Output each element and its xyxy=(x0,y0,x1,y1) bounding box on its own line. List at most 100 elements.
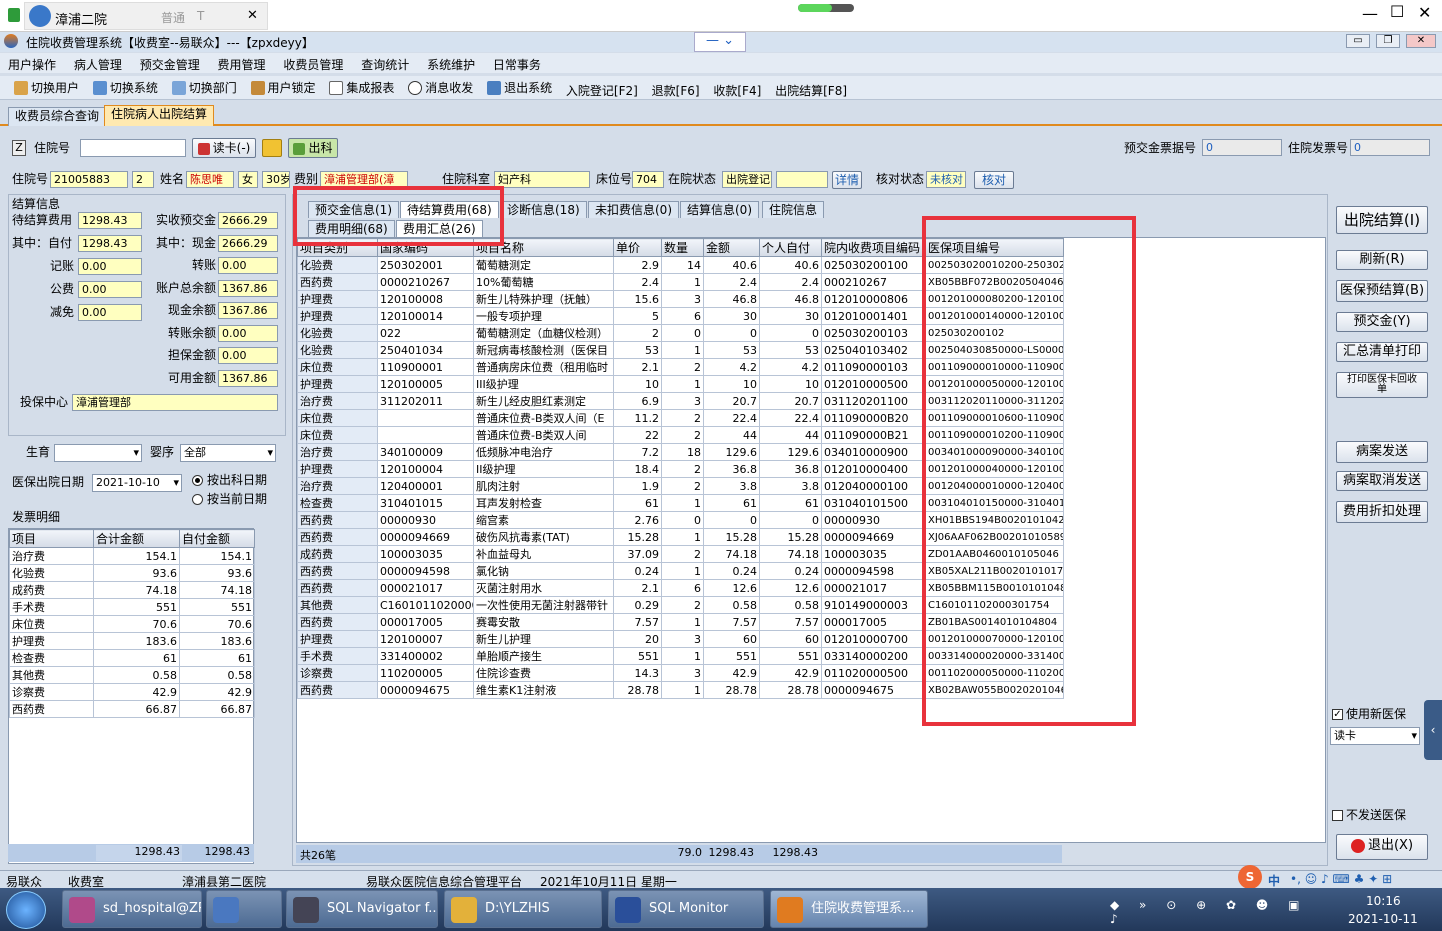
ime-chinese[interactable]: 中 xyxy=(1268,872,1280,889)
invoice-cell: 化验费 xyxy=(9,564,94,582)
grid-cell: 0.29 xyxy=(613,596,662,614)
out-dept-button[interactable]: 出科 xyxy=(288,138,338,158)
switch-dept-button[interactable]: 切换部门 xyxy=(171,79,237,96)
menu-item[interactable]: 日常事务 xyxy=(493,58,541,72)
taskbar-item[interactable]: sd_hospital@ZP... xyxy=(62,890,202,928)
grid-cell: 手术费 xyxy=(297,647,378,665)
taskbar-item[interactable] xyxy=(206,890,282,928)
birth-select[interactable]: ▾ xyxy=(54,444,142,462)
invoice-row[interactable]: 成药费 74.18 74.18 xyxy=(9,581,255,599)
side-button[interactable]: 费用折扣处理 xyxy=(1336,501,1428,523)
use-new-insurance-checkbox[interactable]: ✓ 使用新医保 xyxy=(1332,706,1406,723)
invoice-row[interactable]: 检查费 61 61 xyxy=(9,649,255,667)
grid-cell: 22.4 xyxy=(759,409,822,427)
zlabel-button[interactable]: Z xyxy=(12,140,26,156)
invoice-col-item[interactable]: 项目 xyxy=(9,529,94,548)
grid-col-header[interactable]: 个人自付 xyxy=(759,238,822,257)
taskbar-item[interactable]: SQL Navigator f... xyxy=(286,890,438,928)
lock-user-button[interactable]: 用户锁定 xyxy=(250,79,316,96)
grid-cell: 0.58 xyxy=(759,596,822,614)
app-minimize-button[interactable]: ▭ xyxy=(1346,34,1370,48)
grid-col-header[interactable]: 院内收费项目编码 xyxy=(821,238,926,257)
tab-level1[interactable]: 结算信息(0) xyxy=(680,201,759,218)
invoice-col-self[interactable]: 自付金额 xyxy=(179,529,255,548)
tab-discharge-settle[interactable]: 住院病人出院结算 xyxy=(104,105,215,126)
menu-item[interactable]: 病人管理 xyxy=(74,58,122,72)
tab-level1[interactable]: 未扣费信息(0) xyxy=(588,201,679,218)
taskbar-item[interactable]: SQL Monitor xyxy=(608,890,764,928)
side-button[interactable]: 刷新(R) xyxy=(1336,250,1428,270)
invoice-row[interactable]: 其他费 0.58 0.58 xyxy=(9,666,255,684)
taskbar-item[interactable]: 住院收费管理系... xyxy=(770,890,928,928)
invoice-row[interactable]: 化验费 93.6 93.6 xyxy=(9,564,255,582)
folder-icon[interactable] xyxy=(262,139,282,157)
menu-item[interactable]: 预交金管理 xyxy=(140,58,200,72)
discharge-date-input[interactable]: 2021-10-10 ▾ xyxy=(92,474,182,492)
side-button[interactable]: 病案取消发送 xyxy=(1336,471,1428,491)
switch-system-button[interactable]: 切换系统 xyxy=(92,79,158,96)
tab-level1[interactable]: 诊断信息(18) xyxy=(500,201,587,218)
reports-button[interactable]: 集成报表 xyxy=(329,79,394,96)
detail-button[interactable]: 详情 xyxy=(832,171,862,189)
grid-cell: 化验费 xyxy=(297,341,378,359)
card-mode-select[interactable]: 读卡 ▾ xyxy=(1330,727,1420,745)
refund-button[interactable]: 退款[F6] xyxy=(652,82,700,99)
side-collapse-handle[interactable]: ‹ xyxy=(1424,700,1442,760)
invoice-col-total[interactable]: 合计金额 xyxy=(93,529,180,548)
switch-user-button[interactable]: 切换用户 xyxy=(14,79,79,96)
grid-col-header[interactable]: 金额 xyxy=(703,238,760,257)
menu-item[interactable]: 收费员管理 xyxy=(283,58,343,72)
radio-current-date[interactable]: 按当前日期 xyxy=(192,491,267,508)
rdp-close-icon[interactable]: ✕ xyxy=(247,8,258,23)
read-card-button[interactable]: 读卡(-) xyxy=(192,138,256,158)
side-button[interactable]: 出院结算(I) xyxy=(1336,206,1428,234)
invoice-row[interactable]: 护理费 183.6 183.6 xyxy=(9,632,255,650)
check-button[interactable]: 核对 xyxy=(974,171,1014,189)
ime-float[interactable]: — ⌄ xyxy=(694,32,746,52)
rdp-close-window-icon[interactable]: ✕ xyxy=(1418,3,1431,22)
tab-cashier-query[interactable]: 收费员综合查询 xyxy=(8,107,107,126)
grid-cell: 化验费 xyxy=(297,324,378,342)
tab-level1[interactable]: 住院信息 xyxy=(762,201,825,218)
grid-col-header[interactable]: 单价 xyxy=(613,238,662,257)
discharge-settle-button[interactable]: 出院结算[F8] xyxy=(775,82,847,99)
invoice-row[interactable]: 西药费 66.87 66.87 xyxy=(9,700,255,718)
invoice-row[interactable]: 诊察费 42.9 42.9 xyxy=(9,683,255,701)
zyh-search-input[interactable] xyxy=(80,139,186,157)
invoice-row[interactable]: 床位费 70.6 70.6 xyxy=(9,615,255,633)
side-button[interactable]: 病案发送 xyxy=(1336,441,1428,463)
invoice-row[interactable]: 治疗费 154.1 154.1 xyxy=(9,547,255,565)
collect-button[interactable]: 收款[F4] xyxy=(713,82,761,99)
menu-item[interactable]: 用户操作 xyxy=(8,58,56,72)
taskbar-item[interactable]: D:\YLZHIS xyxy=(444,890,602,928)
side-button[interactable]: 汇总清单打印 xyxy=(1336,342,1428,362)
exit-system-button[interactable]: 退出系统 xyxy=(487,79,552,96)
grid-cell: 0000094598 xyxy=(377,562,474,580)
prepay-receipt-input[interactable]: 0 xyxy=(1202,139,1282,156)
ime-indicator[interactable]: S xyxy=(1238,865,1262,889)
menu-item[interactable]: 费用管理 xyxy=(218,58,266,72)
radio-out-date[interactable]: 按出科日期 xyxy=(192,472,267,489)
grid-cell: 3.8 xyxy=(703,477,760,495)
invoice-row[interactable]: 手术费 551 551 xyxy=(9,598,255,616)
baby-seq-select[interactable]: 全部 ▾ xyxy=(180,444,276,462)
menu-item[interactable]: 查询统计 xyxy=(361,58,409,72)
invoice-total: 1298.43 xyxy=(96,845,182,861)
messages-button[interactable]: 消息收发 xyxy=(408,79,473,96)
app-close-button[interactable]: ✕ xyxy=(1406,34,1436,48)
out-icon xyxy=(293,142,306,155)
exit-button[interactable]: 退出(X) xyxy=(1336,834,1428,860)
invoice-no-input[interactable]: 0 xyxy=(1350,139,1430,156)
side-button[interactable]: 医保预结算(B) xyxy=(1336,280,1428,302)
rdp-tab[interactable]: 漳浦二院 普通 T ✕ xyxy=(24,2,268,30)
side-button[interactable]: 打印医保卡回收单 xyxy=(1336,372,1428,398)
menu-item[interactable]: 系统维护 xyxy=(427,58,475,72)
start-button[interactable] xyxy=(6,891,46,929)
admission-button[interactable]: 入院登记[F2] xyxy=(566,82,638,99)
app-restore-button[interactable]: ❐ xyxy=(1376,34,1400,48)
no-send-insurance-checkbox[interactable]: 不发送医保 xyxy=(1332,807,1406,824)
rdp-restore-icon[interactable]: ☐ xyxy=(1390,2,1404,21)
rdp-minimize-icon[interactable]: — xyxy=(1362,4,1378,23)
side-button[interactable]: 预交金(Y) xyxy=(1336,312,1428,332)
grid-col-header[interactable]: 数量 xyxy=(661,238,704,257)
